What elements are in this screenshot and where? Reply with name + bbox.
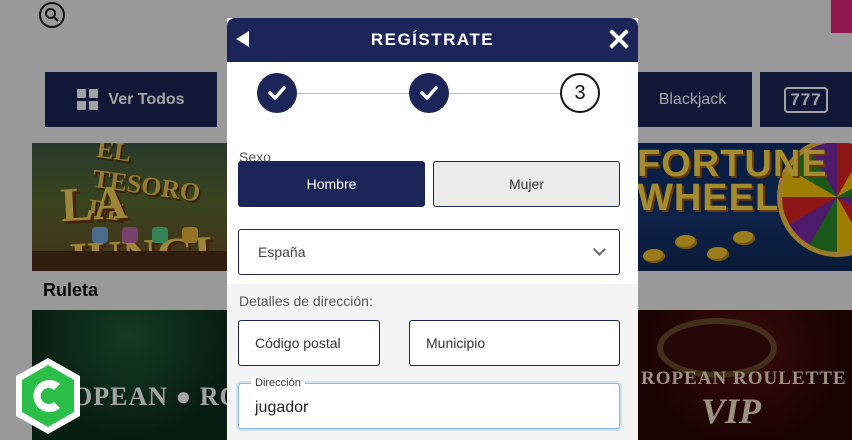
municipality-field[interactable]: Municipio [409,320,620,366]
modal-title: REGÍSTRATE [370,30,495,49]
address-section-label: Detalles de dirección: [239,293,373,309]
registration-modal: REGÍSTRATE 3 Sexo Hombre Mujer España De… [227,18,638,440]
postal-code-placeholder: Código postal [255,335,341,351]
chevron-down-icon [593,243,606,256]
modal-header: REGÍSTRATE [227,18,638,62]
street-address-value: jugador [255,399,309,416]
gender-male-button[interactable]: Hombre [238,161,425,207]
back-arrow-icon[interactable] [236,31,249,47]
check-icon [268,86,286,100]
step-3-current: 3 [560,73,600,113]
country-value: España [258,244,306,260]
step-1-completed [257,73,297,113]
country-select[interactable]: España [238,229,620,275]
gender-female-button[interactable]: Mujer [433,161,620,207]
modal-body: 3 Sexo Hombre Mujer España Detalles de d… [227,62,638,440]
postal-code-field[interactable]: Código postal [238,320,380,366]
step-2-completed [409,73,449,113]
brand-logo-icon [16,358,80,434]
close-icon[interactable] [608,28,630,50]
street-address-label: Dirección [251,377,305,389]
street-address-field[interactable]: jugador [238,383,620,429]
municipality-placeholder: Municipio [426,335,486,351]
check-icon [420,86,438,100]
